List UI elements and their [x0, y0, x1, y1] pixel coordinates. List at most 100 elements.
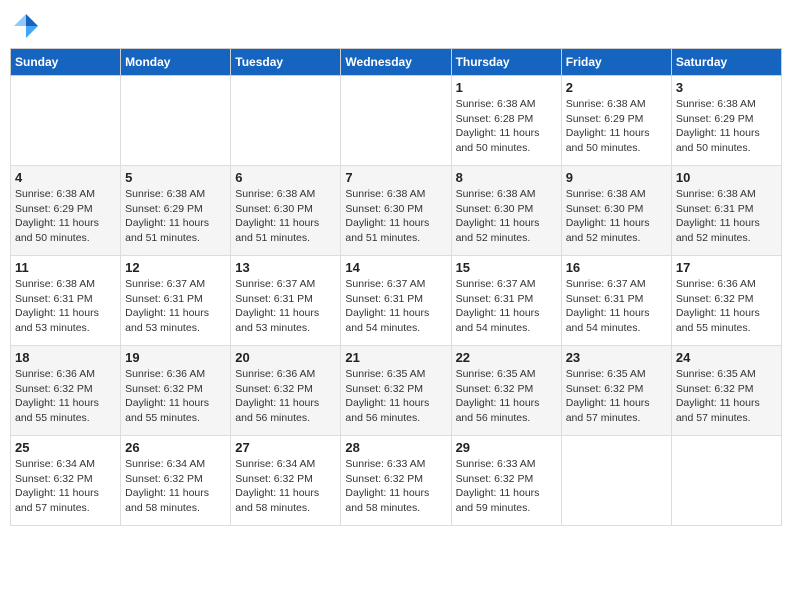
day-number: 21	[345, 350, 446, 365]
day-info: Sunrise: 6:35 AM Sunset: 6:32 PM Dayligh…	[566, 367, 667, 426]
day-info: Sunrise: 6:38 AM Sunset: 6:31 PM Dayligh…	[15, 277, 116, 336]
day-number: 7	[345, 170, 446, 185]
day-header-wednesday: Wednesday	[341, 49, 451, 76]
day-info: Sunrise: 6:38 AM Sunset: 6:29 PM Dayligh…	[566, 97, 667, 156]
day-header-tuesday: Tuesday	[231, 49, 341, 76]
day-header-thursday: Thursday	[451, 49, 561, 76]
day-header-saturday: Saturday	[671, 49, 781, 76]
day-info: Sunrise: 6:38 AM Sunset: 6:29 PM Dayligh…	[15, 187, 116, 246]
day-header-sunday: Sunday	[11, 49, 121, 76]
day-cell: 8 Sunrise: 6:38 AM Sunset: 6:30 PM Daylig…	[451, 166, 561, 256]
calendar-page: SundayMondayTuesdayWednesdayThursdayFrid…	[0, 0, 792, 612]
week-row-1: 4 Sunrise: 6:38 AM Sunset: 6:29 PM Daylig…	[11, 166, 782, 256]
day-info: Sunrise: 6:37 AM Sunset: 6:31 PM Dayligh…	[345, 277, 446, 336]
day-number: 2	[566, 80, 667, 95]
day-cell: 11 Sunrise: 6:38 AM Sunset: 6:31 PM Dayli…	[11, 256, 121, 346]
day-cell: 22 Sunrise: 6:35 AM Sunset: 6:32 PM Dayli…	[451, 346, 561, 436]
day-cell: 20 Sunrise: 6:36 AM Sunset: 6:32 PM Dayli…	[231, 346, 341, 436]
day-number: 8	[456, 170, 557, 185]
day-cell: 5 Sunrise: 6:38 AM Sunset: 6:29 PM Daylig…	[121, 166, 231, 256]
day-number: 12	[125, 260, 226, 275]
day-info: Sunrise: 6:38 AM Sunset: 6:30 PM Dayligh…	[345, 187, 446, 246]
day-info: Sunrise: 6:35 AM Sunset: 6:32 PM Dayligh…	[676, 367, 777, 426]
logo	[10, 10, 46, 42]
day-cell: 29Sunrise: 6:33 AM Sunset: 6:32 PM Dayli…	[451, 436, 561, 526]
week-row-2: 11 Sunrise: 6:38 AM Sunset: 6:31 PM Dayli…	[11, 256, 782, 346]
day-info: Sunrise: 6:34 AM Sunset: 6:32 PM Dayligh…	[235, 457, 336, 516]
day-number: 4	[15, 170, 116, 185]
day-number: 17	[676, 260, 777, 275]
day-info: Sunrise: 6:38 AM Sunset: 6:28 PM Dayligh…	[456, 97, 557, 156]
day-number: 20	[235, 350, 336, 365]
day-info: Sunrise: 6:36 AM Sunset: 6:32 PM Dayligh…	[235, 367, 336, 426]
day-info: Sunrise: 6:35 AM Sunset: 6:32 PM Dayligh…	[345, 367, 446, 426]
day-cell: 3 Sunrise: 6:38 AM Sunset: 6:29 PM Daylig…	[671, 76, 781, 166]
calendar-table: SundayMondayTuesdayWednesdayThursdayFrid…	[10, 48, 782, 526]
day-cell: 7 Sunrise: 6:38 AM Sunset: 6:30 PM Daylig…	[341, 166, 451, 256]
day-number: 24	[676, 350, 777, 365]
day-info: Sunrise: 6:35 AM Sunset: 6:32 PM Dayligh…	[456, 367, 557, 426]
day-cell: 10 Sunrise: 6:38 AM Sunset: 6:31 PM Dayli…	[671, 166, 781, 256]
day-cell: 6 Sunrise: 6:38 AM Sunset: 6:30 PM Daylig…	[231, 166, 341, 256]
day-cell: 23 Sunrise: 6:35 AM Sunset: 6:32 PM Dayli…	[561, 346, 671, 436]
day-number: 13	[235, 260, 336, 275]
day-cell: 14Sunrise: 6:37 AM Sunset: 6:31 PM Dayli…	[341, 256, 451, 346]
day-info: Sunrise: 6:36 AM Sunset: 6:32 PM Dayligh…	[15, 367, 116, 426]
day-cell: 16 Sunrise: 6:37 AM Sunset: 6:31 PM Dayli…	[561, 256, 671, 346]
week-row-3: 18 Sunrise: 6:36 AM Sunset: 6:32 PM Dayli…	[11, 346, 782, 436]
day-number: 23	[566, 350, 667, 365]
day-cell: 9Sunrise: 6:38 AM Sunset: 6:30 PM Daylig…	[561, 166, 671, 256]
day-number: 1	[456, 80, 557, 95]
day-number: 26	[125, 440, 226, 455]
day-info: Sunrise: 6:34 AM Sunset: 6:32 PM Dayligh…	[15, 457, 116, 516]
day-header-monday: Monday	[121, 49, 231, 76]
day-number: 18	[15, 350, 116, 365]
day-number: 22	[456, 350, 557, 365]
day-info: Sunrise: 6:37 AM Sunset: 6:31 PM Dayligh…	[456, 277, 557, 336]
days-header-row: SundayMondayTuesdayWednesdayThursdayFrid…	[11, 49, 782, 76]
day-info: Sunrise: 6:34 AM Sunset: 6:32 PM Dayligh…	[125, 457, 226, 516]
day-info: Sunrise: 6:38 AM Sunset: 6:30 PM Dayligh…	[235, 187, 336, 246]
day-cell	[121, 76, 231, 166]
day-cell: 27 Sunrise: 6:34 AM Sunset: 6:32 PM Dayli…	[231, 436, 341, 526]
day-info: Sunrise: 6:37 AM Sunset: 6:31 PM Dayligh…	[566, 277, 667, 336]
day-info: Sunrise: 6:33 AM Sunset: 6:32 PM Dayligh…	[456, 457, 557, 516]
day-number: 6	[235, 170, 336, 185]
day-number: 5	[125, 170, 226, 185]
day-cell: 24 Sunrise: 6:35 AM Sunset: 6:32 PM Dayli…	[671, 346, 781, 436]
day-info: Sunrise: 6:37 AM Sunset: 6:31 PM Dayligh…	[235, 277, 336, 336]
day-number: 3	[676, 80, 777, 95]
day-cell: 13 Sunrise: 6:37 AM Sunset: 6:31 PM Dayli…	[231, 256, 341, 346]
day-number: 10	[676, 170, 777, 185]
day-info: Sunrise: 6:38 AM Sunset: 6:31 PM Dayligh…	[676, 187, 777, 246]
day-info: Sunrise: 6:36 AM Sunset: 6:32 PM Dayligh…	[676, 277, 777, 336]
day-number: 9	[566, 170, 667, 185]
day-info: Sunrise: 6:33 AM Sunset: 6:32 PM Dayligh…	[345, 457, 446, 516]
day-number: 11	[15, 260, 116, 275]
day-info: Sunrise: 6:37 AM Sunset: 6:31 PM Dayligh…	[125, 277, 226, 336]
day-number: 27	[235, 440, 336, 455]
logo-icon	[10, 10, 42, 42]
day-cell: 1 Sunrise: 6:38 AM Sunset: 6:28 PM Daylig…	[451, 76, 561, 166]
week-row-0: 1 Sunrise: 6:38 AM Sunset: 6:28 PM Daylig…	[11, 76, 782, 166]
day-cell	[231, 76, 341, 166]
day-cell: 4 Sunrise: 6:38 AM Sunset: 6:29 PM Daylig…	[11, 166, 121, 256]
day-cell: 28 Sunrise: 6:33 AM Sunset: 6:32 PM Dayli…	[341, 436, 451, 526]
day-cell: 19 Sunrise: 6:36 AM Sunset: 6:32 PM Dayli…	[121, 346, 231, 436]
day-info: Sunrise: 6:38 AM Sunset: 6:30 PM Dayligh…	[456, 187, 557, 246]
day-number: 19	[125, 350, 226, 365]
day-cell: 15Sunrise: 6:37 AM Sunset: 6:31 PM Dayli…	[451, 256, 561, 346]
day-cell	[671, 436, 781, 526]
day-cell	[561, 436, 671, 526]
day-info: Sunrise: 6:38 AM Sunset: 6:29 PM Dayligh…	[676, 97, 777, 156]
day-cell: 12 Sunrise: 6:37 AM Sunset: 6:31 PM Dayli…	[121, 256, 231, 346]
day-cell: 25Sunrise: 6:34 AM Sunset: 6:32 PM Dayli…	[11, 436, 121, 526]
day-number: 16	[566, 260, 667, 275]
day-info: Sunrise: 6:38 AM Sunset: 6:29 PM Dayligh…	[125, 187, 226, 246]
day-info: Sunrise: 6:36 AM Sunset: 6:32 PM Dayligh…	[125, 367, 226, 426]
day-header-friday: Friday	[561, 49, 671, 76]
day-cell: 21 Sunrise: 6:35 AM Sunset: 6:32 PM Dayli…	[341, 346, 451, 436]
day-cell	[341, 76, 451, 166]
week-row-4: 25Sunrise: 6:34 AM Sunset: 6:32 PM Dayli…	[11, 436, 782, 526]
day-number: 28	[345, 440, 446, 455]
